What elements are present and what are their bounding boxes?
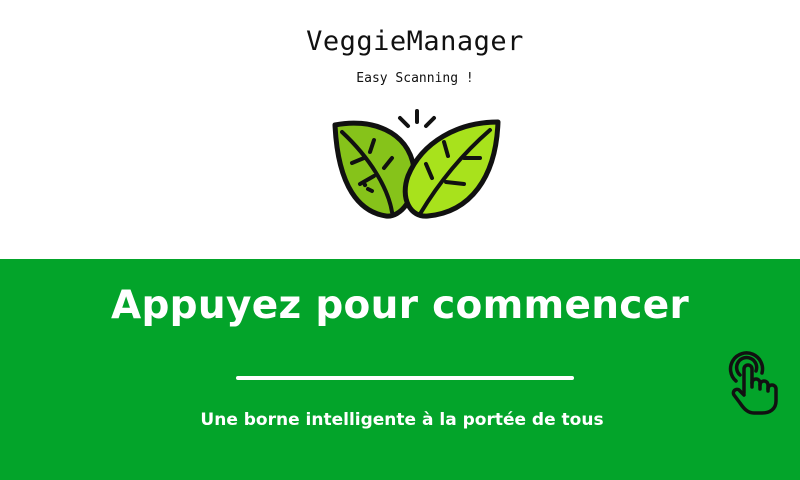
start-banner[interactable]: Appuyez pour commencer Une borne intelli… xyxy=(0,259,800,480)
header: VeggieManager Easy Scanning ! xyxy=(0,0,800,259)
start-prompt[interactable]: Appuyez pour commencer xyxy=(0,283,800,328)
app-subtitle: Easy Scanning ! xyxy=(356,71,474,86)
splash-screen[interactable]: VeggieManager Easy Scanning ! Appuyez po… xyxy=(0,0,800,480)
app-title: VeggieManager xyxy=(306,26,524,57)
divider xyxy=(236,376,574,380)
tagline: Une borne intelligente à la portée de to… xyxy=(200,410,604,430)
leaves-icon xyxy=(332,109,501,219)
tap-hand-icon[interactable] xyxy=(726,351,784,415)
